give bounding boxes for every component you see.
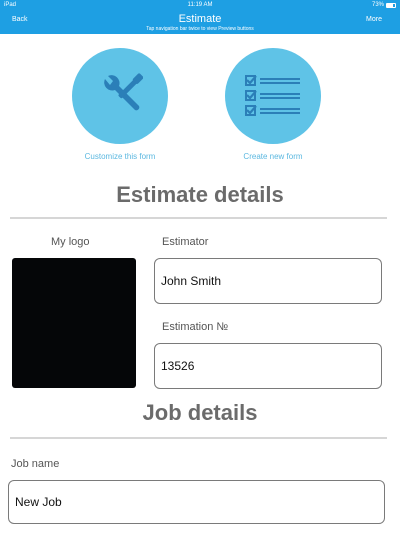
status-time: 11:19 AM bbox=[187, 2, 213, 8]
estimator-label: Estimator bbox=[162, 236, 209, 248]
estimation-number-label: Estimation № bbox=[162, 321, 229, 333]
page-title: Estimate bbox=[178, 13, 222, 25]
customize-circle[interactable] bbox=[72, 48, 168, 144]
nav-hint: Tap navigation bar twice to view Preview… bbox=[146, 26, 254, 32]
status-right: 73% bbox=[372, 0, 396, 10]
estimate-divider bbox=[10, 217, 387, 219]
battery-icon bbox=[386, 2, 396, 8]
checklist-icon bbox=[245, 75, 300, 116]
navigation-bar[interactable]: Back Estimate Tap navigation bar twice t… bbox=[0, 10, 400, 34]
estimator-field[interactable]: John Smith bbox=[154, 258, 382, 304]
create-circle[interactable] bbox=[225, 48, 321, 144]
logo-image[interactable] bbox=[12, 258, 136, 388]
create-form-label[interactable]: Create new form bbox=[213, 152, 333, 161]
job-details-heading: Job details bbox=[142, 400, 258, 425]
battery-percent: 73% bbox=[371, 2, 384, 8]
customize-form-button[interactable]: Customize this form bbox=[60, 48, 180, 161]
status-bar: iPad 11:19 AM 73% bbox=[0, 0, 400, 10]
more-button[interactable]: More bbox=[366, 16, 382, 23]
tools-icon bbox=[104, 73, 143, 111]
estimate-details-heading: Estimate details bbox=[116, 182, 284, 207]
create-form-button[interactable]: Create new form bbox=[213, 48, 333, 161]
estimation-number-field[interactable]: 13526 bbox=[154, 343, 382, 389]
job-name-label: Job name bbox=[11, 458, 60, 470]
job-name-field[interactable]: New Job bbox=[8, 480, 385, 524]
my-logo-label: My logo bbox=[51, 236, 90, 248]
customize-form-label[interactable]: Customize this form bbox=[60, 152, 180, 161]
job-divider bbox=[10, 437, 387, 439]
